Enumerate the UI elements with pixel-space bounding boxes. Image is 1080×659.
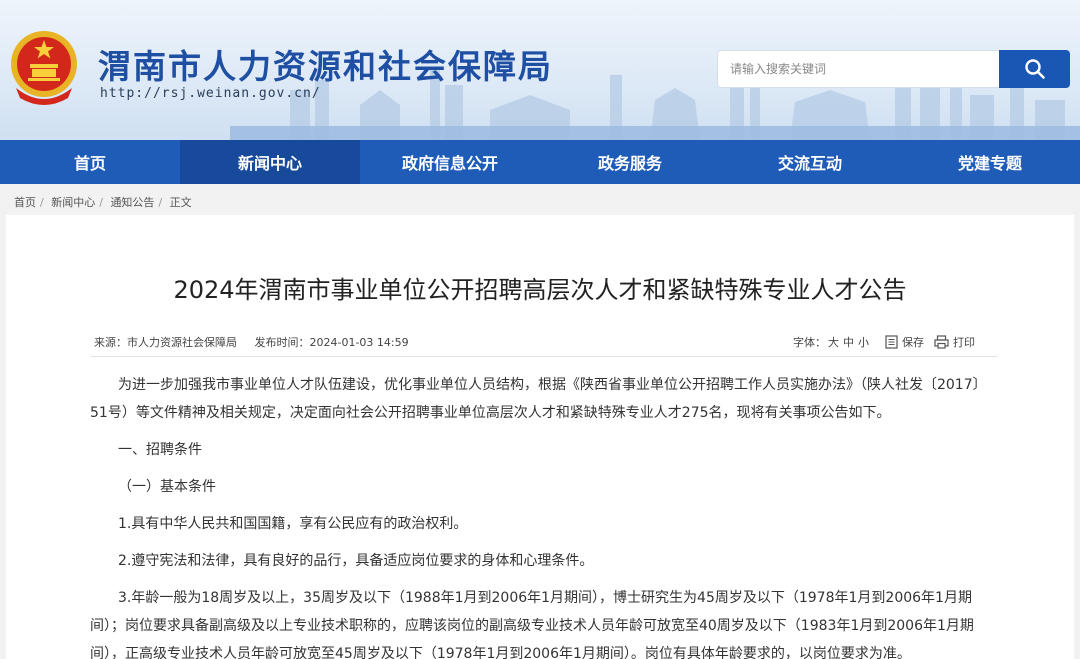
breadcrumb-home[interactable]: 首页 — [14, 196, 36, 209]
search-button[interactable] — [999, 50, 1070, 88]
breadcrumb-separator: / — [99, 196, 103, 209]
subsection-heading: （一）基本条件 — [118, 479, 216, 495]
nav-item-party[interactable]: 党建专题 — [900, 140, 1080, 184]
font-size-large[interactable]: 大 — [828, 336, 839, 349]
print-label: 打印 — [953, 336, 975, 349]
font-size-label: 字体： — [793, 336, 826, 349]
main-nav: 首页 新闻中心 政府信息公开 政务服务 交流互动 党建专题 — [0, 140, 1080, 184]
national-emblem-icon — [11, 31, 77, 105]
article-title: 2024年渭南市事业单位公开招聘高层次人才和紧缺特殊专业人才公告 — [173, 276, 907, 304]
printer-icon — [934, 335, 949, 349]
breadcrumb-current: 正文 — [169, 196, 192, 209]
article-panel: 2024年渭南市事业单位公开招聘高层次人才和紧缺特殊专业人才公告 来源：市人力资… — [6, 215, 1074, 659]
nav-item-interaction[interactable]: 交流互动 — [720, 140, 900, 184]
site-url[interactable]: http://rsj.weinan.gov.cn/ — [100, 86, 321, 101]
paragraph: 3.年龄一般为18周岁及以上，35周岁及以下（1988年1月到2006年1月期间… — [90, 590, 974, 659]
search-icon — [1024, 59, 1045, 79]
article-publish-time: 发布时间：2024-01-03 14:59 — [254, 336, 409, 349]
save-icon — [885, 335, 898, 349]
nav-item-news[interactable]: 新闻中心 — [180, 140, 360, 184]
paragraph: 1.具有中华人民共和国国籍，享有公民应有的政治权利。 — [118, 516, 468, 532]
site-header: 渭南市人力资源和社会保障局 http://rsj.weinan.gov.cn/ — [0, 0, 1080, 140]
breadcrumb-separator: / — [158, 196, 163, 209]
nav-item-services[interactable]: 政务服务 — [540, 140, 720, 184]
font-size-control: 字体：大中小 — [793, 334, 871, 350]
meta-divider — [90, 356, 998, 357]
font-size-small[interactable]: 小 — [858, 336, 869, 349]
search-box — [717, 50, 1000, 88]
article-source: 来源：市人力资源社会保障局 — [94, 336, 237, 349]
breadcrumb-news[interactable]: 新闻中心 — [51, 196, 95, 209]
search-input[interactable] — [718, 51, 999, 87]
save-label: 保存 — [902, 336, 924, 349]
article-tools: 字体：大中小 保存 打印 — [793, 334, 985, 350]
paragraph: 为进一步加强我市事业单位人才队伍建设，优化事业单位人员结构，根据《陕西省事业单位… — [90, 377, 987, 421]
paragraph: 2.遵守宪法和法律，具有良好的品行，具备适应岗位要求的身体和心理条件。 — [118, 553, 594, 569]
site-title: 渭南市人力资源和社会保障局 — [98, 47, 553, 86]
article-meta: 来源：市人力资源社会保障局 发布时间：2024-01-03 14:59 — [94, 334, 423, 350]
breadcrumb: 首页 / 新闻中心 / 通知公告 / 正文 — [14, 194, 196, 210]
breadcrumb-separator: / — [40, 196, 44, 209]
breadcrumb-notices[interactable]: 通知公告 — [110, 196, 154, 209]
nav-item-gov-info[interactable]: 政府信息公开 — [360, 140, 540, 184]
section-heading: 一、招聘条件 — [118, 442, 202, 458]
article-body: 为进一步加强我市事业单位人才队伍建设，优化事业单位人员结构，根据《陕西省事业单位… — [90, 371, 1000, 659]
font-size-medium[interactable]: 中 — [843, 336, 854, 349]
save-button[interactable]: 保存 — [885, 334, 924, 350]
print-button[interactable]: 打印 — [934, 334, 975, 350]
nav-item-home[interactable]: 首页 — [0, 140, 180, 184]
